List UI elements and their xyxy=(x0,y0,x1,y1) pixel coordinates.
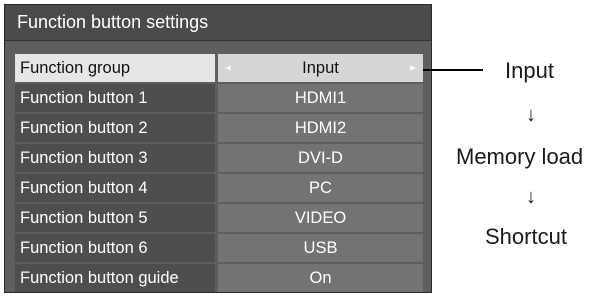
function-button-5-row[interactable]: Function button 5 VIDEO xyxy=(15,204,423,232)
function-button-6-label: Function button 6 xyxy=(15,234,215,262)
function-group-value: Input xyxy=(302,59,339,77)
function-group-label: Function group xyxy=(15,54,215,82)
function-button-6-value[interactable]: USB xyxy=(218,234,423,262)
function-button-2-label: Function button 2 xyxy=(15,114,215,142)
arrow-left-icon[interactable]: ◂ xyxy=(221,54,235,82)
function-button-2-row[interactable]: Function button 2 HDMI2 xyxy=(15,114,423,142)
callout-line xyxy=(423,69,483,71)
function-button-1-row[interactable]: Function button 1 HDMI1 xyxy=(15,84,423,112)
panel-header: Function button settings xyxy=(5,5,431,41)
function-button-1-value[interactable]: HDMI1 xyxy=(218,84,423,112)
panel-title: Function button settings xyxy=(17,12,209,32)
function-button-settings-panel: Function button settings Function group … xyxy=(4,4,432,293)
function-button-5-value[interactable]: VIDEO xyxy=(218,204,423,232)
option-memory-load: Memory load xyxy=(456,144,584,169)
function-button-5-label: Function button 5 xyxy=(15,204,215,232)
option-input: Input xyxy=(505,58,554,83)
function-button-3-value[interactable]: DVI-D xyxy=(218,144,423,172)
function-button-3-label: Function button 3 xyxy=(15,144,215,172)
function-button-6-row[interactable]: Function button 6 USB xyxy=(15,234,423,262)
settings-list: Function group ◂ Input ▸ Function button… xyxy=(15,54,423,294)
function-button-4-row[interactable]: Function button 4 PC xyxy=(15,174,423,202)
arrow-right-icon[interactable]: ▸ xyxy=(406,54,420,82)
function-button-1-label: Function button 1 xyxy=(15,84,215,112)
function-button-guide-value[interactable]: On xyxy=(218,264,423,292)
function-group-row[interactable]: Function group ◂ Input ▸ xyxy=(15,54,423,82)
option-shortcut: Shortcut xyxy=(485,224,567,249)
down-arrow-icon: ↓ xyxy=(526,104,536,126)
function-button-4-label: Function button 4 xyxy=(15,174,215,202)
function-group-selector[interactable]: ◂ Input ▸ xyxy=(218,54,423,82)
function-button-3-row[interactable]: Function button 3 DVI-D xyxy=(15,144,423,172)
function-button-2-value[interactable]: HDMI2 xyxy=(218,114,423,142)
function-button-4-value[interactable]: PC xyxy=(218,174,423,202)
function-button-guide-row[interactable]: Function button guide On xyxy=(15,264,423,292)
function-button-guide-label: Function button guide xyxy=(15,264,215,292)
down-arrow-icon: ↓ xyxy=(526,186,536,208)
